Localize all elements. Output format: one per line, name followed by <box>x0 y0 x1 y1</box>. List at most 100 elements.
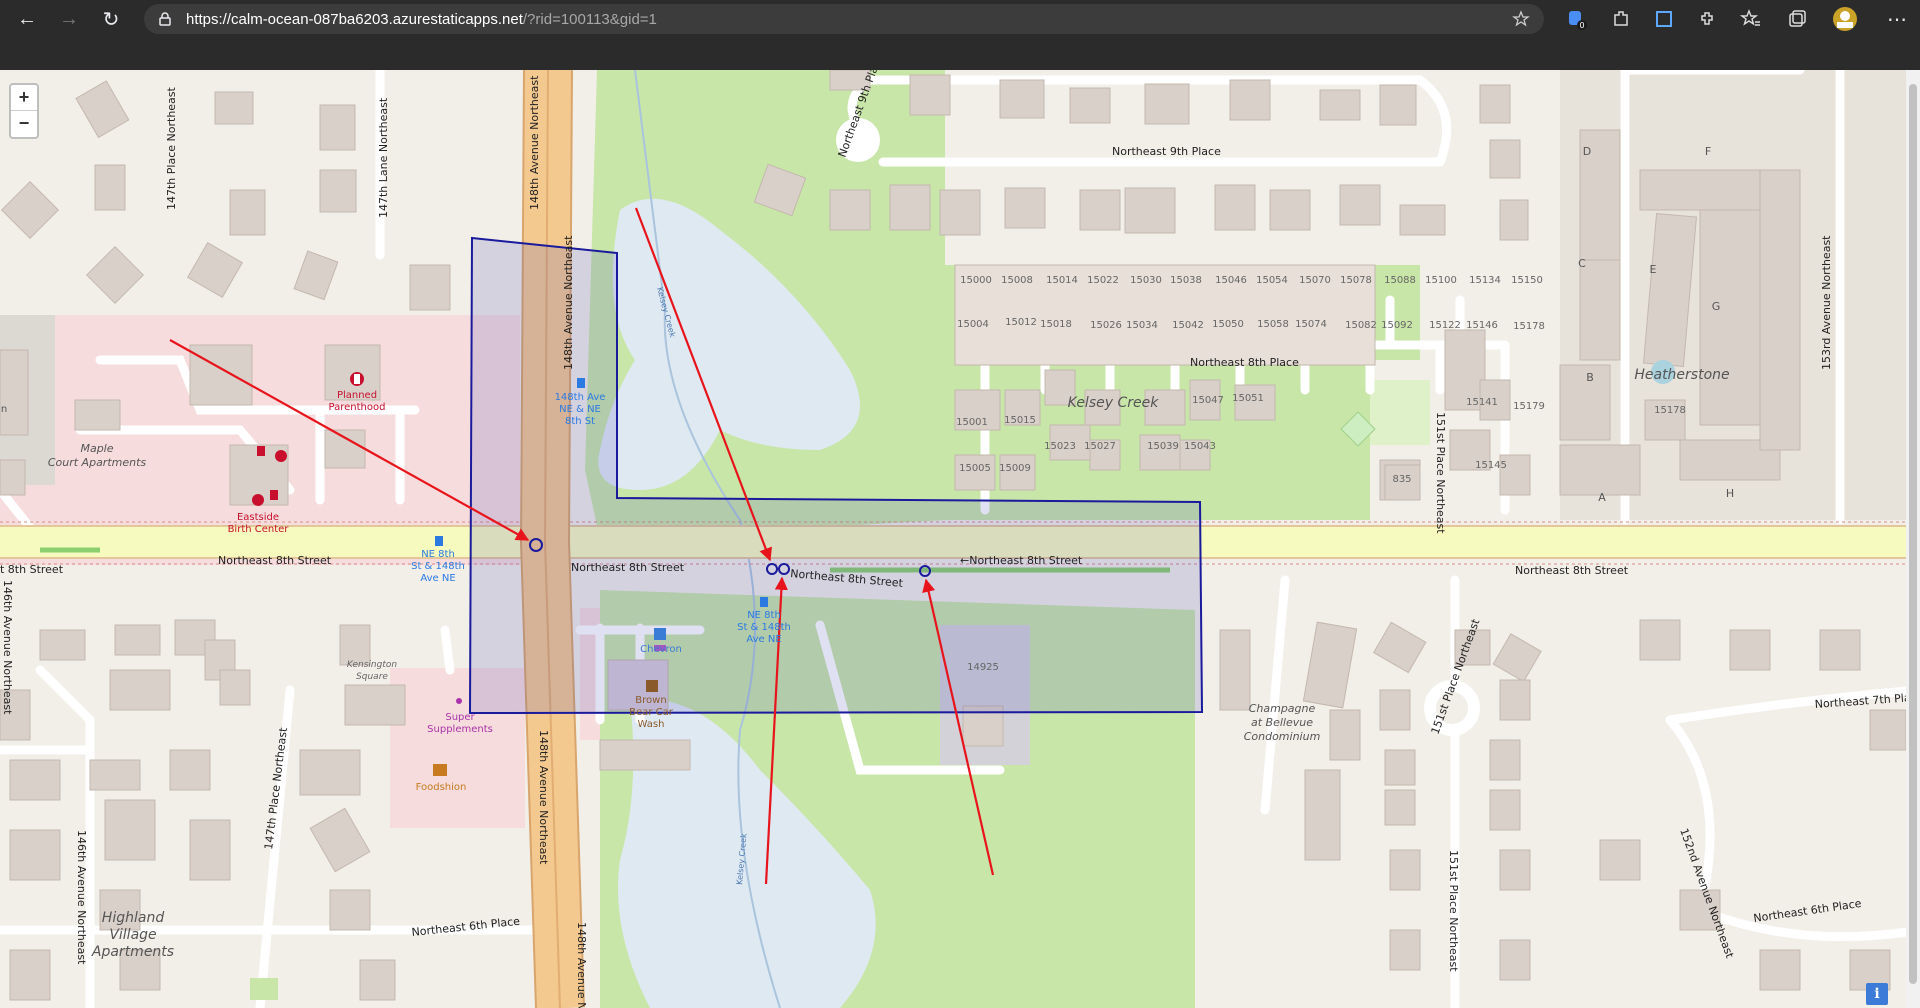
label-ne-8th-left: t 8th Street <box>0 563 64 576</box>
extension-puzzle-icon[interactable] <box>1610 8 1632 30</box>
house-number: 15088 <box>1384 275 1416 286</box>
house-number: 15018 <box>1040 319 1072 330</box>
label-151st-place: 151st Place Northeast <box>1434 412 1447 534</box>
label-148th-bottom: 148th Avenue N <box>575 922 588 1008</box>
house-number: 15046 <box>1215 275 1247 286</box>
label-heatherstone: Heatherstone <box>1634 367 1729 383</box>
label-151st-place-low: 151st Place Northeast <box>1447 850 1460 972</box>
bus-stop-icon-nw <box>435 536 443 546</box>
house-number: 15023 <box>1044 441 1076 452</box>
label-ne-9th-place: Northeast 9th Place <box>1112 145 1221 158</box>
house-number: 15054 <box>1256 275 1288 286</box>
house-number: 15042 <box>1172 320 1204 331</box>
label-147th-place-low: 147th Place Northeast <box>262 726 290 850</box>
building-letter: B <box>1586 371 1594 384</box>
restaurant-icon <box>433 764 447 776</box>
url-path: /?rid=100113&gid=1 <box>522 10 657 28</box>
house-number: 15030 <box>1130 275 1162 286</box>
label-ne-6th-right: Northeast 6th Place <box>1753 897 1863 925</box>
page-scrollbar[interactable] <box>1906 70 1920 1008</box>
map-canvas[interactable]: t 8th Street Northeast 8th Street Northe… <box>0 70 1920 1008</box>
label-147th-lane: 147th Lane Northeast <box>377 97 390 218</box>
house-number: 15022 <box>1087 275 1119 286</box>
car-wash-icon <box>646 680 658 692</box>
collections-icon[interactable] <box>1786 8 1808 30</box>
house-number: 15050 <box>1212 319 1244 330</box>
house-number: 15178 <box>1654 405 1686 416</box>
label-eastside-1: Eastside <box>237 512 279 523</box>
favorite-star-icon[interactable] <box>1512 10 1530 28</box>
capture-icon[interactable] <box>1653 8 1675 30</box>
label-ne-8th-place: Northeast 8th Place <box>1190 356 1299 369</box>
label-kensington-2: Square <box>356 672 388 682</box>
label-champagne-1: Champagne <box>1249 702 1316 715</box>
map-view[interactable]: t 8th Street Northeast 8th Street Northe… <box>0 70 1920 1008</box>
house-number: 15145 <box>1475 460 1507 471</box>
label-maple-1: Maple <box>80 442 113 455</box>
house-number: 15012 <box>1005 317 1037 328</box>
house-number: 15178 <box>1513 321 1545 332</box>
house-number: 15082 <box>1345 320 1377 331</box>
house-number: 15027 <box>1084 441 1116 452</box>
label-148th-mid: 148th Avenue Northeast <box>562 235 575 370</box>
house-number: 15026 <box>1090 320 1122 331</box>
label-bus-nw-2: St & 148th <box>411 561 465 572</box>
lock-icon <box>159 12 171 26</box>
label-ne-6th-left: Northeast 6th Place <box>411 915 521 939</box>
fuel-icon <box>654 628 666 640</box>
building-letter: A <box>1598 491 1606 504</box>
label-partial: n <box>1 404 7 415</box>
playground-area <box>1370 380 1430 445</box>
label-148th-low: 148th Avenue Northeast <box>537 730 550 865</box>
building-letter: E <box>1650 263 1657 276</box>
back-icon[interactable]: ← <box>12 4 42 34</box>
svg-text:0: 0 <box>1579 21 1584 30</box>
label-highland-1: Highland <box>102 910 165 926</box>
label-ne-8th-a: Northeast 8th Street <box>218 554 332 567</box>
forward-icon[interactable]: → <box>54 4 84 34</box>
favorites-icon[interactable] <box>1740 8 1762 30</box>
label-bus-n-2: NE & NE <box>559 404 601 415</box>
house-number: 15008 <box>1001 275 1033 286</box>
building-letter: D <box>1583 145 1591 158</box>
url-host: https://calm-ocean-087ba6203.azurestatic… <box>186 10 523 28</box>
label-bus-s-3: Ave NE <box>746 634 781 645</box>
house-number: 15039 <box>1147 441 1179 452</box>
label-maple-2: Court Apartments <box>48 456 147 469</box>
extension-shield-icon[interactable]: 0 <box>1566 8 1588 30</box>
house-number: 15051 <box>1232 393 1264 404</box>
house-number: 15001 <box>956 417 988 428</box>
zoom-out-button[interactable]: − <box>11 111 37 136</box>
profile-avatar[interactable] <box>1832 6 1858 32</box>
label-kelsey-creek: Kelsey Creek <box>1068 395 1160 411</box>
label-eastside-2: Birth Center <box>228 524 290 535</box>
label-bus-s-2: St & 148th <box>737 622 791 633</box>
building-letter: F <box>1705 145 1711 158</box>
house-number: 15038 <box>1170 275 1202 286</box>
house-number: 835 <box>1392 474 1411 485</box>
reload-icon[interactable]: ↻ <box>96 4 126 34</box>
extensions-icon[interactable] <box>1696 8 1718 30</box>
label-147th-place: 147th Place Northeast <box>165 86 178 210</box>
house-number: 15005 <box>959 463 991 474</box>
label-148th-top: 148th Avenue Northeast <box>528 75 541 210</box>
house-number: 14925 <box>967 662 999 673</box>
scrollbar-thumb[interactable] <box>1909 84 1917 984</box>
building-letter: H <box>1726 487 1734 500</box>
house-number: 15146 <box>1466 320 1498 331</box>
label-pp-1: Planned <box>337 390 377 401</box>
browser-chrome: ← → ↻ https://calm-ocean-087ba6203.azure… <box>0 0 1920 70</box>
address-bar[interactable]: https://calm-ocean-087ba6203.azurestatic… <box>144 4 1544 34</box>
attribution-info-button[interactable]: i <box>1866 983 1888 1005</box>
bus-stop-icon-s <box>760 597 768 607</box>
bus-stop-icon-n <box>577 378 585 388</box>
label-highland-3: Apartments <box>91 944 174 960</box>
zoom-control: + − <box>9 83 39 139</box>
label-pp-2: Parenthood <box>329 402 386 413</box>
zoom-in-button[interactable]: + <box>11 85 37 111</box>
house-number: 15070 <box>1299 275 1331 286</box>
label-foodshion: Foodshion <box>416 782 467 793</box>
url-text: https://calm-ocean-087ba6203.azurestatic… <box>186 11 657 28</box>
more-menu-icon[interactable]: ⋯ <box>1882 4 1912 34</box>
house-number: 15100 <box>1425 275 1457 286</box>
